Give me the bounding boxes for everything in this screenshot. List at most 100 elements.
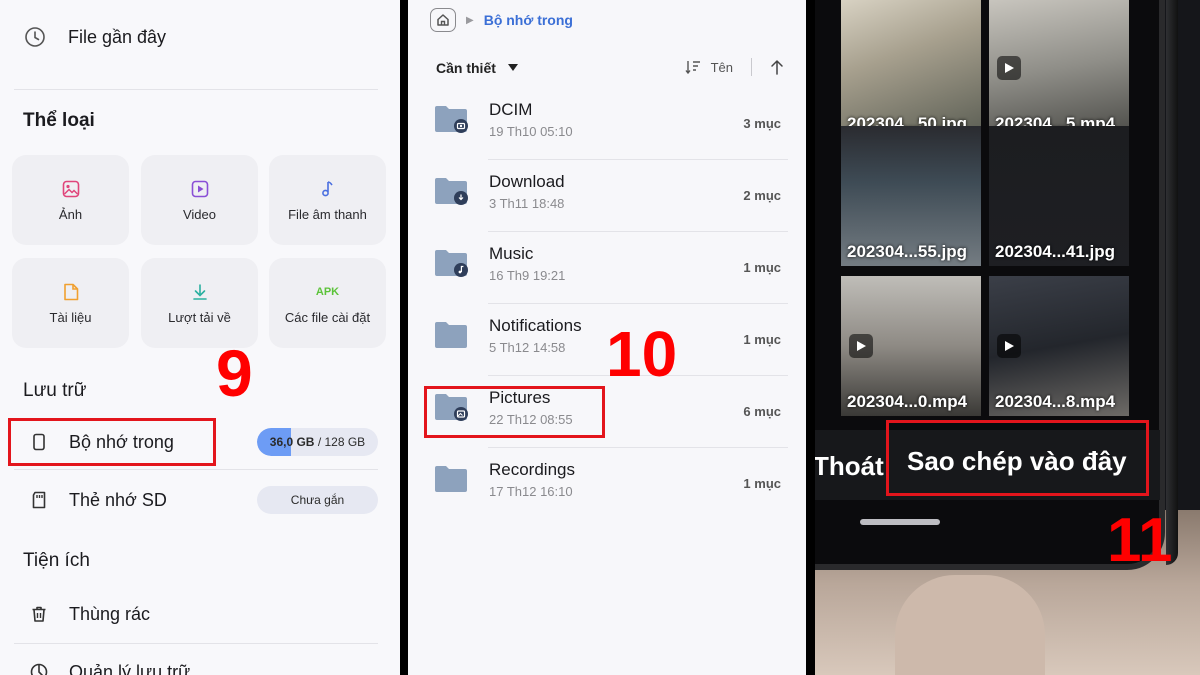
highlight-box-copy-here xyxy=(886,420,1149,496)
category-downloads[interactable]: Lượt tải về xyxy=(141,258,258,348)
video-icon xyxy=(191,180,208,197)
exit-button[interactable]: Thoát xyxy=(815,451,884,482)
breadcrumb-arrow-icon: ▶ xyxy=(466,14,474,26)
home-indicator xyxy=(860,519,940,525)
category-heading: Thể loại xyxy=(23,110,95,131)
category-installers[interactable]: APK Các file cài đặt xyxy=(269,258,386,348)
home-button[interactable] xyxy=(430,8,456,32)
category-label: Lượt tải về xyxy=(168,309,231,325)
folder-item-count: 1 mục xyxy=(743,332,781,347)
phone-edge xyxy=(1166,0,1178,565)
highlight-box-internal-storage xyxy=(8,418,216,466)
folder-item-count: 2 mục xyxy=(743,188,781,203)
category-documents[interactable]: Tài liệu xyxy=(12,258,129,348)
thumbnail-filename: 202304...41.jpg xyxy=(995,242,1116,261)
thumbnail-filename: 202304...8.mp4 xyxy=(995,392,1116,411)
apk-icon: APK xyxy=(315,285,340,298)
folder-date: 17 Th12 16:10 xyxy=(489,484,573,499)
thumb-finger xyxy=(895,575,1045,675)
recent-files-item[interactable]: File gần đây xyxy=(24,26,166,48)
folder-icon xyxy=(435,466,467,492)
divider xyxy=(14,643,378,644)
storage-manage-icon xyxy=(30,663,48,675)
category-label: Video xyxy=(182,206,216,222)
breadcrumb: ▶ Bộ nhớ trong xyxy=(430,8,573,32)
category-images[interactable]: Ảnh xyxy=(12,155,129,245)
folder-row-dcim[interactable]: DCIM 19 Th10 05:10 3 mục xyxy=(408,88,806,160)
gallery-thumbnail[interactable]: 202304...0.mp4 xyxy=(841,276,981,416)
storage-usage-text: 36,0 GB / 128 GB xyxy=(270,435,365,449)
gallery-thumbnail[interactable]: 202304...41.jpg xyxy=(989,126,1129,266)
screenshot-collage: File gần đây Thể loại Ảnh Video File âm … xyxy=(0,0,1200,675)
category-label: File âm thanh xyxy=(288,206,367,222)
sort-direction-up-icon[interactable] xyxy=(770,59,784,75)
category-label: Tài liệu xyxy=(49,309,92,325)
step-number-11: 11 xyxy=(1107,506,1173,575)
manage-storage-label: Quản lý lưu trữ xyxy=(69,661,191,675)
folder-item-count: 1 mục xyxy=(743,260,781,275)
manage-storage-item[interactable]: Quản lý lưu trữ xyxy=(14,650,378,675)
folder-date: 5 Th12 14:58 xyxy=(489,340,566,355)
gallery-thumbnail[interactable]: 202304...5.mp4 xyxy=(989,0,1129,138)
trash-label: Thùng rác xyxy=(69,603,151,624)
storage-heading: Lưu trữ xyxy=(23,380,87,401)
folder-date: 19 Th10 05:10 xyxy=(489,124,573,139)
sort-key[interactable]: Tên xyxy=(711,60,733,75)
folder-item-count: 3 mục xyxy=(743,116,781,131)
document-icon xyxy=(63,283,78,300)
sd-card-status: Chưa gắn xyxy=(257,486,378,514)
step-number-10: 10 xyxy=(606,318,678,390)
folder-icon xyxy=(435,322,467,348)
filter-dropdown[interactable]: Cần thiết xyxy=(436,60,518,76)
play-icon xyxy=(997,56,1021,80)
folder-icon xyxy=(435,250,468,277)
folder-date: 16 Th9 19:21 xyxy=(489,268,566,283)
gallery-thumbnail[interactable]: 202304...55.jpg xyxy=(841,126,981,266)
image-icon xyxy=(62,180,79,197)
sd-card-label: Thẻ nhớ SD xyxy=(69,489,167,510)
trash-item[interactable]: Thùng rác xyxy=(14,592,378,636)
divider xyxy=(751,58,752,76)
folder-name: Recordings xyxy=(489,460,575,479)
folder-item-count: 6 mục xyxy=(743,404,781,419)
utility-heading: Tiện ích xyxy=(23,550,90,571)
sd-card-status-text: Chưa gắn xyxy=(290,493,345,507)
folder-name: DCIM xyxy=(489,100,533,119)
sort-icon[interactable] xyxy=(685,60,701,74)
clock-icon xyxy=(25,27,45,47)
thumbnail-filename: 202304...55.jpg xyxy=(847,242,968,261)
folder-row-recordings[interactable]: Recordings 17 Th12 16:10 1 mục xyxy=(408,448,806,520)
sort-bar: Cần thiết Tên xyxy=(436,58,784,80)
folder-name: Music xyxy=(489,244,534,263)
thumbnail-filename: 202304...0.mp4 xyxy=(847,392,968,411)
folder-name: Download xyxy=(489,172,565,191)
folder-item-count: 1 mục xyxy=(743,476,781,491)
dropdown-arrow-icon xyxy=(507,64,518,71)
sd-card-item[interactable]: Thẻ nhớ SD Chưa gắn xyxy=(14,478,378,522)
breadcrumb-current[interactable]: Bộ nhớ trong xyxy=(484,12,573,28)
divider xyxy=(14,469,378,470)
storage-used: 36,0 GB xyxy=(269,435,315,449)
folder-row-music[interactable]: Music 16 Th9 19:21 1 mục xyxy=(408,232,806,304)
folder-name: Notifications xyxy=(489,316,582,335)
folder-date: 3 Th11 18:48 xyxy=(489,196,565,211)
storage-usage-bar: 36,0 GB / 128 GB xyxy=(257,428,378,456)
category-audio[interactable]: File âm thanh xyxy=(269,155,386,245)
gallery-thumbnail[interactable]: 202304...50.jpg xyxy=(841,0,981,138)
filter-label: Cần thiết xyxy=(436,60,496,76)
music-note-icon xyxy=(321,180,333,196)
trash-icon xyxy=(32,606,46,622)
internal-storage-panel: ▶ Bộ nhớ trong Cần thiết Tên DCIM 19 Th10… xyxy=(408,0,806,675)
folder-icon xyxy=(435,106,468,133)
folder-row-download[interactable]: Download 3 Th11 18:48 2 mục xyxy=(408,160,806,232)
file-manager-home-panel: File gần đây Thể loại Ảnh Video File âm … xyxy=(0,0,400,675)
category-videos[interactable]: Video xyxy=(141,155,258,245)
highlight-box-pictures xyxy=(424,386,605,438)
gallery-thumbnail[interactable]: 202304...8.mp4 xyxy=(989,276,1129,416)
divider xyxy=(14,89,378,90)
storage-total: / 128 GB xyxy=(317,435,366,449)
recent-files-label: File gần đây xyxy=(68,26,167,47)
gallery-photo-panel: 202304...50.jpg 202304...5.mp4 202304...55… xyxy=(815,0,1200,675)
play-icon xyxy=(849,334,873,358)
sort-controls: Tên xyxy=(685,58,784,76)
